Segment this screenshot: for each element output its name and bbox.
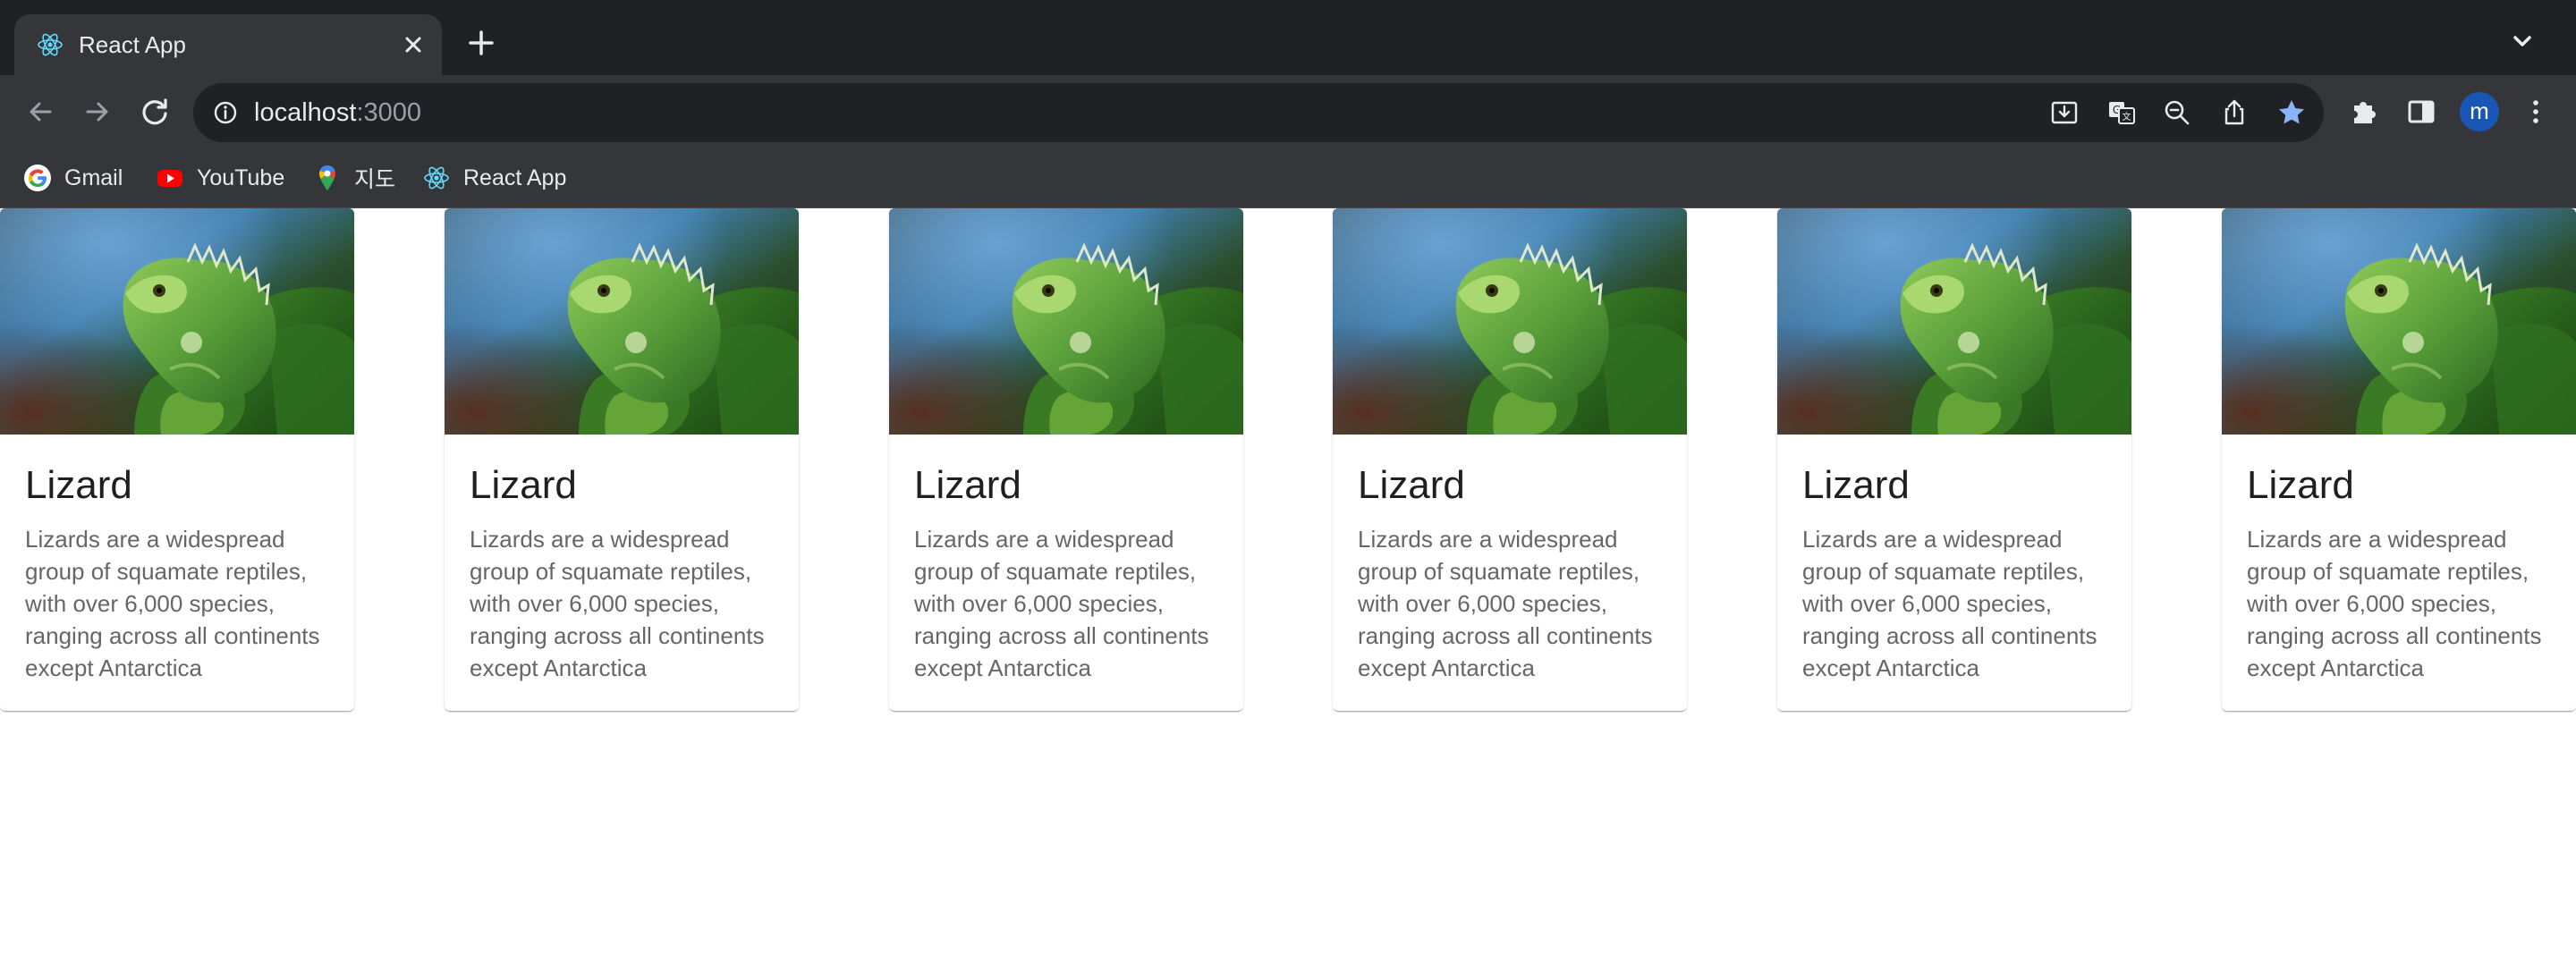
bookmark-label: 지도 <box>354 167 396 192</box>
google-icon <box>24 165 51 191</box>
tab-search-chevron-icon[interactable] <box>2504 23 2540 59</box>
menu-kebab-icon[interactable] <box>2519 95 2553 129</box>
page-content: Lizard Lizards are a widespread group of… <box>0 208 2576 971</box>
new-tab-icon[interactable] <box>462 23 501 63</box>
bookmark-youtube[interactable]: YouTube <box>156 160 284 196</box>
zoom-out-icon[interactable] <box>2161 97 2193 129</box>
tab-title: React App <box>79 31 186 58</box>
extensions-icon[interactable] <box>2347 95 2381 129</box>
card-title: Lizard <box>914 463 1021 507</box>
share-icon[interactable] <box>2218 97 2250 129</box>
back-icon[interactable] <box>21 93 59 131</box>
bookmark-gmail[interactable]: Gmail <box>23 160 123 196</box>
card[interactable]: Lizard Lizards are a widespread group of… <box>1333 208 1687 711</box>
url-host: localhost <box>254 98 357 127</box>
lizard-image <box>1333 208 1687 435</box>
card-body: Lizards are a widespread group of squama… <box>470 526 765 681</box>
lizard-image <box>445 208 799 435</box>
react-icon <box>36 30 64 59</box>
toolbar: localhost:3000 G 文 m <box>0 75 2576 148</box>
lizard-image <box>889 208 1243 435</box>
close-tab-icon[interactable] <box>395 27 431 63</box>
tab-strip: React App <box>0 0 2576 75</box>
lizard-image <box>2222 208 2576 435</box>
bookmark-star-icon[interactable] <box>2275 97 2308 129</box>
translate-icon[interactable]: G 文 <box>2106 97 2138 129</box>
card-body: Lizards are a widespread group of squama… <box>2247 526 2542 681</box>
card[interactable]: Lizard Lizards are a widespread group of… <box>1777 208 2131 711</box>
card[interactable]: Lizard Lizards are a widespread group of… <box>0 208 354 711</box>
card-body: Lizards are a widespread group of squama… <box>1358 526 1653 681</box>
card-body: Lizards are a widespread group of squama… <box>914 526 1209 681</box>
maps-pin-icon <box>319 165 335 190</box>
card-body: Lizards are a widespread group of squama… <box>25 526 320 681</box>
lizard-image <box>0 208 354 435</box>
card-title: Lizard <box>1358 463 1465 507</box>
bookmark-label: Gmail <box>64 165 123 190</box>
card-body: Lizards are a widespread group of squama… <box>1802 526 2097 681</box>
card-title: Lizard <box>2247 463 2354 507</box>
profile-avatar[interactable]: m <box>2460 92 2499 131</box>
bookmark-maps[interactable]: 지도 <box>313 160 395 196</box>
react-icon <box>422 164 451 192</box>
address-bar[interactable]: localhost:3000 G 文 <box>193 83 2324 142</box>
side-panel-icon[interactable] <box>2404 95 2438 129</box>
browser-chrome: React App localhost:3000 G 文 m Gmail You… <box>0 0 2576 208</box>
card-title: Lizard <box>1802 463 1910 507</box>
card[interactable]: Lizard Lizards are a widespread group of… <box>445 208 799 711</box>
bookmark-label: React App <box>463 165 567 190</box>
card[interactable]: Lizard Lizards are a widespread group of… <box>889 208 1243 711</box>
youtube-icon <box>157 170 182 187</box>
reload-icon[interactable] <box>136 93 174 131</box>
card-title: Lizard <box>25 463 132 507</box>
install-app-icon[interactable] <box>2048 97 2080 129</box>
svg-text:文: 文 <box>2123 111 2131 122</box>
bookmark-react-app[interactable]: React App <box>422 160 566 196</box>
url-port: :3000 <box>356 98 422 127</box>
lizard-image <box>1777 208 2131 435</box>
tab-react-app[interactable]: React App <box>14 14 442 75</box>
card[interactable]: Lizard Lizards are a widespread group of… <box>2222 208 2576 711</box>
site-info-icon[interactable] <box>211 98 240 127</box>
card-title: Lizard <box>470 463 577 507</box>
url-text: localhost:3000 <box>254 97 421 128</box>
bookmark-label: YouTube <box>197 165 285 190</box>
forward-icon[interactable] <box>79 93 116 131</box>
bookmarks-bar: Gmail YouTube 지도 React App <box>0 148 2576 208</box>
